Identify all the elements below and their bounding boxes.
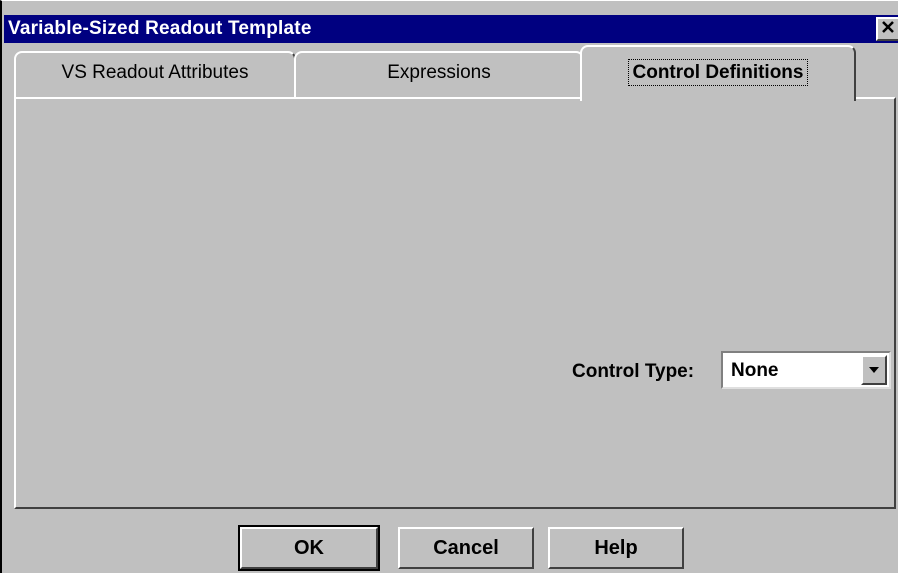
tab-label: Control Definitions bbox=[627, 59, 809, 86]
tab-label: VS Readout Attributes bbox=[61, 62, 249, 83]
window-title: Variable-Sized Readout Template bbox=[8, 18, 312, 39]
control-type-value: None bbox=[731, 360, 779, 381]
tab-panel-control-definitions: Control Type: None bbox=[14, 97, 896, 509]
control-type-select[interactable]: None bbox=[721, 351, 891, 389]
ok-button[interactable]: OK bbox=[238, 525, 380, 571]
chevron-down-icon bbox=[868, 361, 880, 379]
tab-vs-readout-attributes[interactable]: VS Readout Attributes bbox=[14, 51, 296, 97]
dropdown-button[interactable] bbox=[861, 355, 887, 385]
close-button[interactable] bbox=[876, 17, 898, 41]
control-type-label: Control Type: bbox=[572, 361, 695, 382]
help-button[interactable]: Help bbox=[548, 527, 684, 569]
tab-expressions[interactable]: Expressions bbox=[294, 51, 584, 97]
cancel-button[interactable]: Cancel bbox=[398, 527, 534, 569]
tab-label: Expressions bbox=[387, 62, 491, 83]
title-bar[interactable]: Variable-Sized Readout Template bbox=[4, 15, 898, 43]
dialog-window: Variable-Sized Readout Template VS Reado… bbox=[0, 0, 898, 573]
close-icon bbox=[881, 20, 895, 39]
tab-control-definitions[interactable]: Control Definitions bbox=[580, 45, 856, 101]
